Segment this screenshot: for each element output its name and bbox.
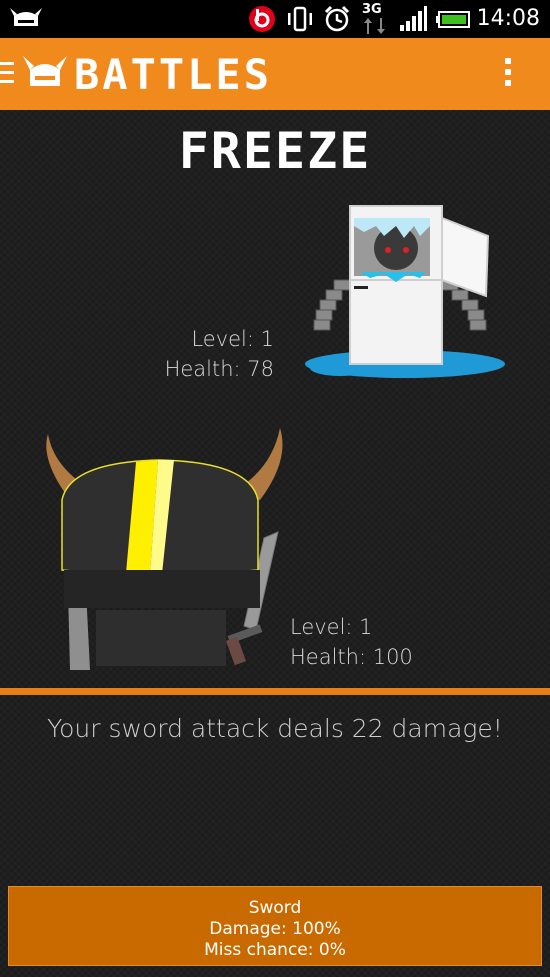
status-bar: 3G 14:08: [0, 0, 550, 38]
signal-icon: [400, 6, 427, 31]
battery-icon: [436, 11, 470, 28]
overflow-menu-icon[interactable]: [498, 58, 518, 94]
attack-miss-chance: Miss chance: 0%: [204, 940, 346, 960]
app-title: BATTLES: [74, 50, 273, 99]
sword-attack-button[interactable]: Sword Damage: 100% Miss chance: 0%: [8, 886, 542, 966]
enemy-name: FREEZE: [178, 122, 372, 180]
enemy-fridge-robot-sprite: [305, 205, 505, 378]
enemy-stats: Level: 1 Health: 78: [165, 324, 274, 384]
viking-helmet-logo[interactable]: [22, 52, 68, 96]
player-level: Level: 1: [290, 615, 373, 639]
beats-audio-icon: [249, 6, 275, 32]
enemy-health: Health: 78: [164, 357, 274, 381]
status-clock: 14:08: [476, 6, 540, 31]
vibrate-icon: [288, 6, 312, 32]
attack-name: Sword: [248, 898, 302, 918]
battle-divider: [0, 688, 550, 695]
network-type-label: 3G: [362, 2, 382, 17]
app-notification-icon: [10, 8, 42, 26]
enemy-level: Level: 1: [191, 327, 274, 351]
battle-log-message: Your sword attack deals 22 damage!: [47, 714, 503, 743]
3g-data-icon: 3G: [362, 0, 388, 38]
hamburger-icon[interactable]: [0, 62, 14, 86]
player-health: Health: 100: [290, 645, 413, 669]
action-bar: BATTLES: [0, 38, 550, 110]
player-stats: Level: 1 Health: 100: [290, 612, 413, 672]
player-viking-sprite: [46, 428, 283, 670]
alarm-icon: [324, 5, 350, 32]
attack-damage: Damage: 100%: [209, 919, 341, 939]
